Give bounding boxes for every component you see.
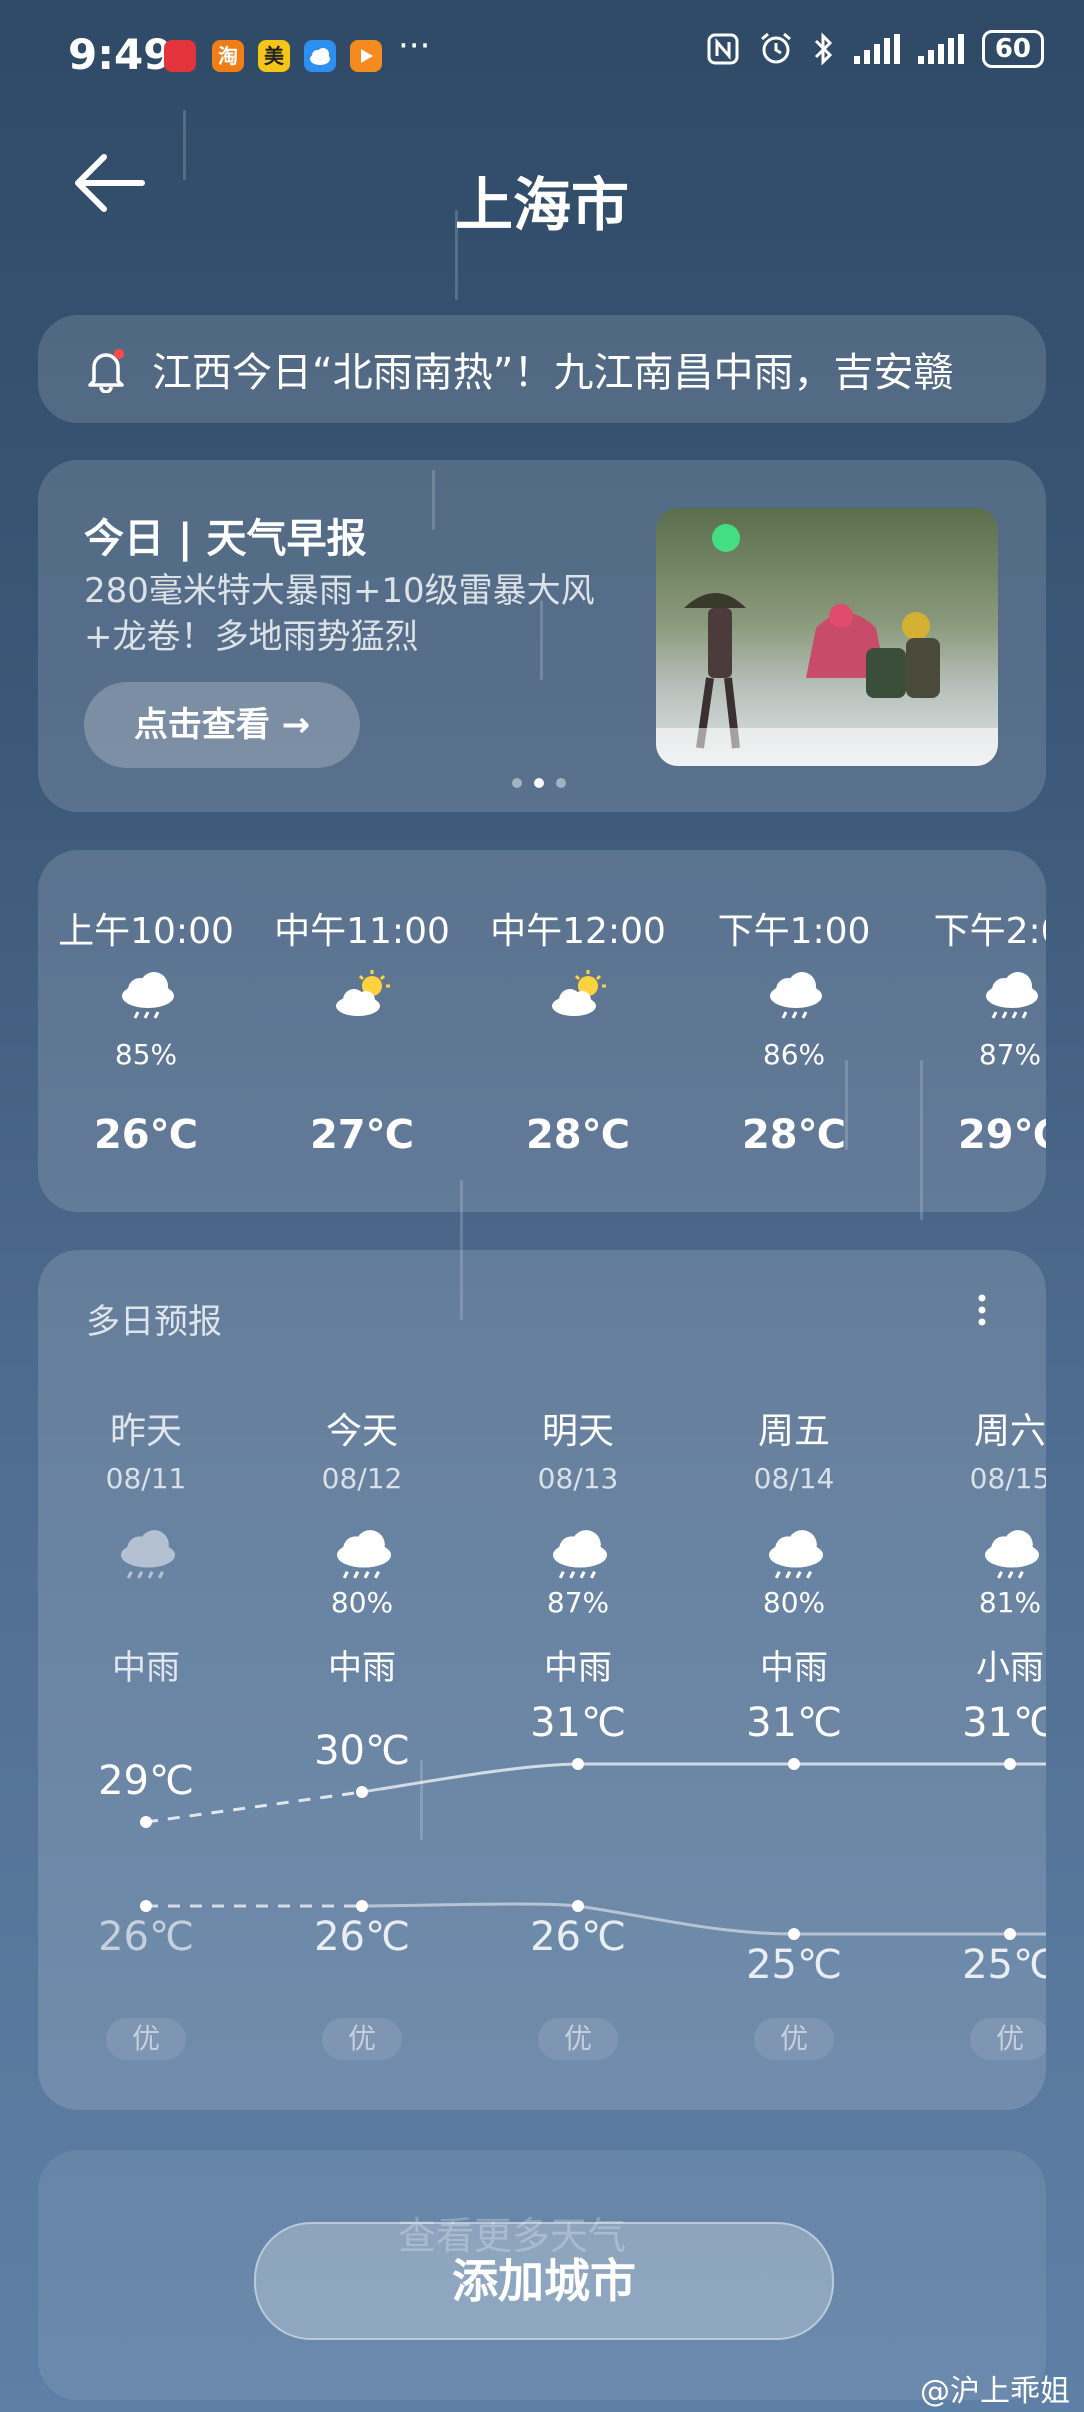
nfc-icon: [707, 33, 739, 65]
high-temp-point: [140, 1816, 152, 1828]
page-title: 上海市: [454, 171, 629, 239]
high-temp-point: [788, 1758, 800, 1770]
huawei-appgallery-icon: [164, 40, 196, 72]
news-body: 280毫米特大暴雨+10级雷暴大风+龙卷！多地雨势猛烈: [84, 571, 595, 657]
alert-text: 江西今日“北雨南热”！九江南昌中雨，吉安赣: [152, 350, 954, 396]
high-temp-label: 29℃: [98, 1758, 194, 1804]
high-temp-line: [361, 1762, 1046, 1794]
bell-icon: [82, 345, 130, 394]
high-temp-label: 31℃: [962, 1700, 1046, 1746]
rain-cloud-icon: [118, 970, 178, 1020]
pager-dot: [512, 778, 522, 788]
news-photo[interactable]: [656, 508, 998, 766]
sun-cloud-icon: [550, 970, 610, 1020]
bluetooth-icon: [814, 32, 832, 66]
rain-cloud-icon: [766, 970, 826, 1020]
low-temp-line: [361, 1902, 1046, 1936]
high-temp-point: [1004, 1758, 1016, 1770]
signal-icon: [853, 34, 900, 64]
weibo-watermark: @沪上乖姐: [920, 2374, 1070, 2409]
high-temp-label: 30℃: [314, 1728, 410, 1774]
hour-temp: 29℃: [957, 1112, 1046, 1158]
meituan-icon: 美: [258, 40, 290, 72]
high-temp-point: [356, 1786, 368, 1798]
pager-dot: [556, 778, 566, 788]
low-temp-point: [1004, 1928, 1016, 1940]
taobao-icon: 淘: [212, 40, 244, 72]
signal-icon-2: [917, 34, 964, 64]
hour-time: 中午11:00: [274, 911, 450, 952]
weather-alert-banner[interactable]: 江西今日“北雨南热”！九江南昌中雨，吉安赣: [38, 315, 1046, 423]
battery-indicator: 60: [981, 30, 1044, 68]
hour-precip: 85%: [114, 1038, 178, 1071]
sun-cloud-icon: [334, 970, 394, 1020]
news-heading: 今日 | 天气早报: [84, 516, 367, 562]
hour-precip: 86%: [762, 1038, 826, 1071]
more-notifications-icon: ···: [398, 26, 431, 66]
hour-time: 中午12:00: [490, 911, 666, 952]
high-temp-label: 31℃: [746, 1700, 842, 1746]
hour-time: 下午1:00: [717, 911, 871, 952]
heavy-rain-cloud-icon: [982, 970, 1042, 1020]
hour-time: 上午10:00: [58, 911, 234, 952]
hour-precip: 87%: [978, 1038, 1042, 1071]
system-icons: 60: [706, 30, 1044, 68]
temperature-curve-chart: [140, 1758, 1046, 1940]
hour-time: 下午2:00: [933, 911, 1046, 952]
view-details-button[interactable]: 点击查看 →: [84, 682, 360, 768]
cloud-icon: [304, 40, 336, 72]
low-temp-point: [788, 1928, 800, 1940]
low-temp-label: 25℃: [746, 1942, 842, 1988]
news-card[interactable]: 今日 | 天气早报 280毫米特大暴雨+10级雷暴大风+龙卷！多地雨势猛烈 点击…: [38, 460, 1046, 812]
low-temp-point: [356, 1900, 368, 1912]
daily-forecast-card[interactable]: 多日预报 昨天 08/11 中雨 优 今天 08/12 80% 中雨 优 明天 …: [38, 1250, 1046, 2110]
video-icon: [350, 40, 382, 72]
low-temp-point: [140, 1900, 152, 1912]
hour-temp: 26℃: [93, 1112, 199, 1158]
add-city-button[interactable]: 添加城市: [254, 2222, 834, 2340]
status-bar: 9:49 淘 美 ··· 60: [0, 0, 1084, 110]
low-temp-label: 25℃: [962, 1942, 1046, 1988]
hour-temp: 27℃: [309, 1112, 415, 1158]
low-temp-label: 26℃: [98, 1914, 194, 1960]
carousel-pager: [512, 778, 566, 788]
status-time: 9:49: [68, 30, 173, 79]
alarm-icon: [760, 32, 791, 64]
hourly-forecast-card[interactable]: 上午10:00 85% 26℃ 中午11:00 27℃ 中午12:00 28℃ …: [38, 850, 1046, 1212]
hour-temp: 28℃: [525, 1112, 631, 1158]
hour-temp: 28℃: [741, 1112, 847, 1158]
low-temp-point: [572, 1900, 584, 1912]
high-temp-label: 31℃: [530, 1700, 626, 1746]
low-temp-label: 26℃: [530, 1914, 626, 1960]
high-temp-point: [572, 1758, 584, 1770]
pager-dot-active: [534, 778, 544, 788]
low-temp-label: 26℃: [314, 1914, 410, 1960]
